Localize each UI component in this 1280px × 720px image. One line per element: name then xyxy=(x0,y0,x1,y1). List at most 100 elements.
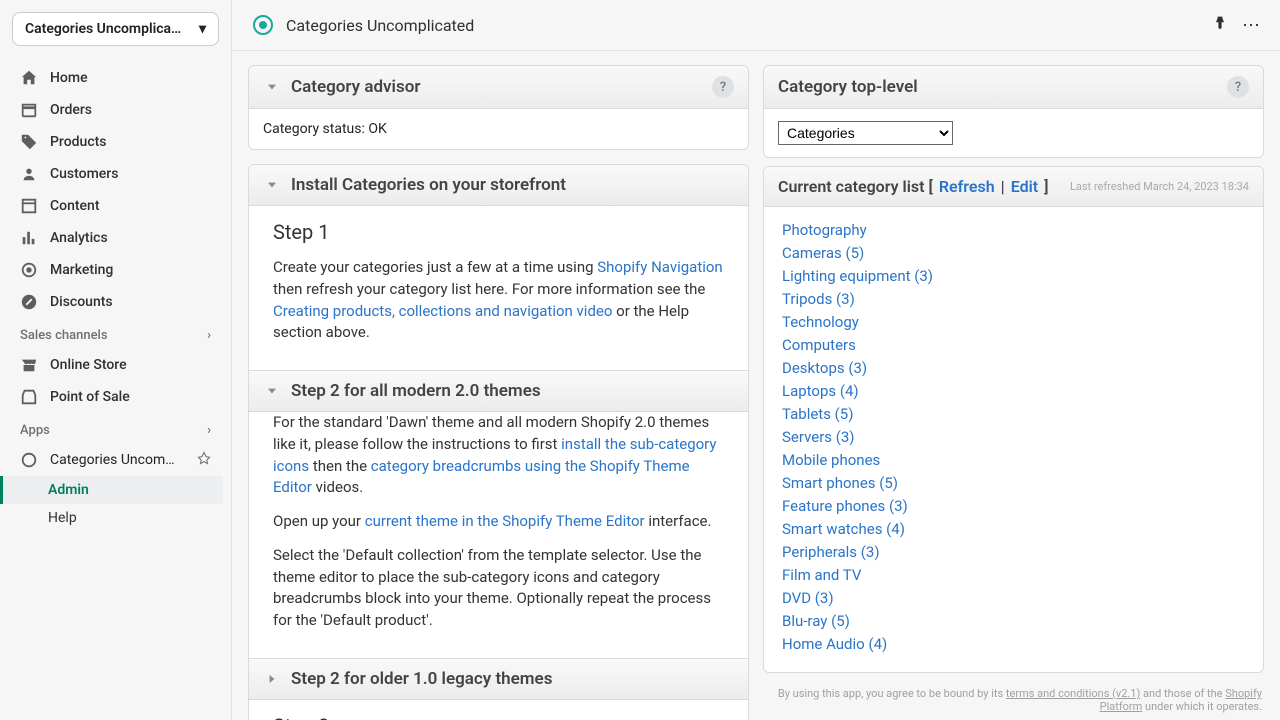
cat-link[interactable]: Smart watches (4) xyxy=(782,518,1245,541)
link-creating-video[interactable]: Creating products, collections and navig… xyxy=(273,302,612,320)
step2b-header[interactable]: Step 2 for older 1.0 legacy themes xyxy=(249,658,748,700)
catlist-title-pre: Current category list [ xyxy=(778,177,933,196)
chevron-right-icon: › xyxy=(207,328,211,343)
step2b-title: Step 2 for older 1.0 legacy themes xyxy=(291,669,552,689)
pos-icon xyxy=(20,388,38,406)
cat-link[interactable]: Technology xyxy=(782,311,1245,334)
advisor-body: Category status: OK xyxy=(249,109,748,149)
cat-link[interactable]: Lighting equipment (3) xyxy=(782,265,1245,288)
app-logo-icon xyxy=(252,14,274,36)
cat-link[interactable]: Photography xyxy=(782,219,1245,242)
step3-title: Step 3 xyxy=(273,712,724,720)
cat-link[interactable]: Home Audio (4) xyxy=(782,633,1245,656)
nav-app-help[interactable]: Help xyxy=(8,504,223,532)
nav-app-categories[interactable]: Categories Uncompli… xyxy=(8,444,223,476)
nav-content[interactable]: Content xyxy=(8,190,223,222)
nav-label: Orders xyxy=(50,102,92,118)
caret-down-icon: ▾ xyxy=(199,21,206,37)
category-tree: Photography Cameras (5) Lighting equipme… xyxy=(764,207,1263,672)
status-label: Category status: xyxy=(263,121,368,137)
nav-orders[interactable]: Orders xyxy=(8,94,223,126)
nav-label: Point of Sale xyxy=(50,389,130,405)
target-icon xyxy=(20,261,38,279)
cat-link[interactable]: Servers (3) xyxy=(782,426,1245,449)
panel-title: Install Categories on your storefront xyxy=(291,175,566,195)
nav-online-store[interactable]: Online Store xyxy=(8,349,223,381)
cat-link[interactable]: Tripods (3) xyxy=(782,288,1245,311)
cat-link[interactable]: Mobile phones xyxy=(782,449,1245,472)
more-button[interactable]: ⋯ xyxy=(1242,15,1260,36)
sales-channels-header[interactable]: Sales channels › xyxy=(8,318,223,349)
section-label: Apps xyxy=(20,423,50,438)
nav-customers[interactable]: Customers xyxy=(8,158,223,190)
cat-link[interactable]: Smart phones (5) xyxy=(782,472,1245,495)
cat-link[interactable]: Film and TV xyxy=(782,564,1245,587)
step2a-header[interactable]: Step 2 for all modern 2.0 themes xyxy=(249,370,748,412)
tag-icon xyxy=(20,133,38,151)
main: Categories Uncomplicated ⋯ Category advi… xyxy=(232,0,1280,720)
refresh-link[interactable]: Refresh xyxy=(939,177,995,196)
step1-text: Create your categories just a few at a t… xyxy=(273,257,724,344)
cat-link[interactable]: Desktops (3) xyxy=(782,357,1245,380)
nav-label: Discounts xyxy=(50,294,113,310)
status-value: OK xyxy=(368,121,386,137)
nav-marketing[interactable]: Marketing xyxy=(8,254,223,286)
chevron-down-icon[interactable] xyxy=(263,78,281,96)
last-refreshed: Last refreshed March 24, 2023 18:34 xyxy=(1070,180,1249,193)
terms-link[interactable]: terms and conditions (v2.1) xyxy=(1006,687,1140,700)
nav-label: Products xyxy=(50,134,107,150)
nav-label: Categories Uncompli… xyxy=(50,452,180,468)
cat-link[interactable]: Laptops (4) xyxy=(782,380,1245,403)
step2a-p3: Select the 'Default collection' from the… xyxy=(273,545,724,632)
cat-link[interactable]: Computers xyxy=(782,334,1245,357)
cat-link[interactable]: Feature phones (3) xyxy=(782,495,1245,518)
nav-home[interactable]: Home xyxy=(8,62,223,94)
chevron-down-icon xyxy=(263,382,281,400)
page-title: Categories Uncomplicated xyxy=(286,16,474,35)
chevron-right-icon xyxy=(263,670,281,688)
nav-label: Analytics xyxy=(50,230,108,246)
pin-button[interactable] xyxy=(1212,15,1228,36)
topbar: Categories Uncomplicated ⋯ xyxy=(232,0,1280,51)
orders-icon xyxy=(20,101,38,119)
store-icon xyxy=(20,356,38,374)
top-level-select[interactable]: Categories xyxy=(778,121,953,145)
shop-name: Categories Uncomplica… xyxy=(25,21,181,37)
footer-note: By using this app, you agree to be bound… xyxy=(763,681,1264,719)
panel-category-list: Current category list [ Refresh | Edit ]… xyxy=(763,166,1264,673)
panel-title: Category advisor xyxy=(291,77,420,97)
section-label: Sales channels xyxy=(20,328,108,343)
shop-selector[interactable]: Categories Uncomplica… ▾ xyxy=(12,12,219,46)
analytics-icon xyxy=(20,229,38,247)
panel-category-advisor: Category advisor ? Category status: OK xyxy=(248,65,749,150)
step2a-p1: For the standard 'Dawn' theme and all mo… xyxy=(273,412,724,499)
panel-top-level: Category top-level ? Categories xyxy=(763,65,1264,158)
nav-app-admin[interactable]: Admin xyxy=(0,476,223,504)
home-icon xyxy=(20,69,38,87)
chevron-right-icon: › xyxy=(207,423,211,438)
nav-label: Content xyxy=(50,198,100,214)
help-icon[interactable]: ? xyxy=(1227,76,1249,98)
cat-link[interactable]: Tablets (5) xyxy=(782,403,1245,426)
step1-title: Step 1 xyxy=(273,218,724,247)
cat-link[interactable]: Peripherals (3) xyxy=(782,541,1245,564)
cat-link[interactable]: DVD (3) xyxy=(782,587,1245,610)
nav-analytics[interactable]: Analytics xyxy=(8,222,223,254)
nav-label: Customers xyxy=(50,166,118,182)
nav-discounts[interactable]: Discounts xyxy=(8,286,223,318)
nav-products[interactable]: Products xyxy=(8,126,223,158)
person-icon xyxy=(20,165,38,183)
discount-icon xyxy=(20,293,38,311)
pin-icon[interactable] xyxy=(197,451,211,469)
chevron-down-icon[interactable] xyxy=(263,176,281,194)
help-icon[interactable]: ? xyxy=(712,76,734,98)
cat-link[interactable]: Blu-ray (5) xyxy=(782,610,1245,633)
link-theme-editor[interactable]: current theme in the Shopify Theme Edito… xyxy=(365,512,645,530)
apps-header[interactable]: Apps › xyxy=(8,413,223,444)
step2a-p2: Open up your current theme in the Shopif… xyxy=(273,511,724,533)
edit-link[interactable]: Edit xyxy=(1011,177,1038,196)
cat-link[interactable]: Cameras (5) xyxy=(782,242,1245,265)
link-shopify-navigation[interactable]: Shopify Navigation xyxy=(597,258,722,276)
nav-pos[interactable]: Point of Sale xyxy=(8,381,223,413)
panel-title: Category top-level xyxy=(778,77,918,97)
